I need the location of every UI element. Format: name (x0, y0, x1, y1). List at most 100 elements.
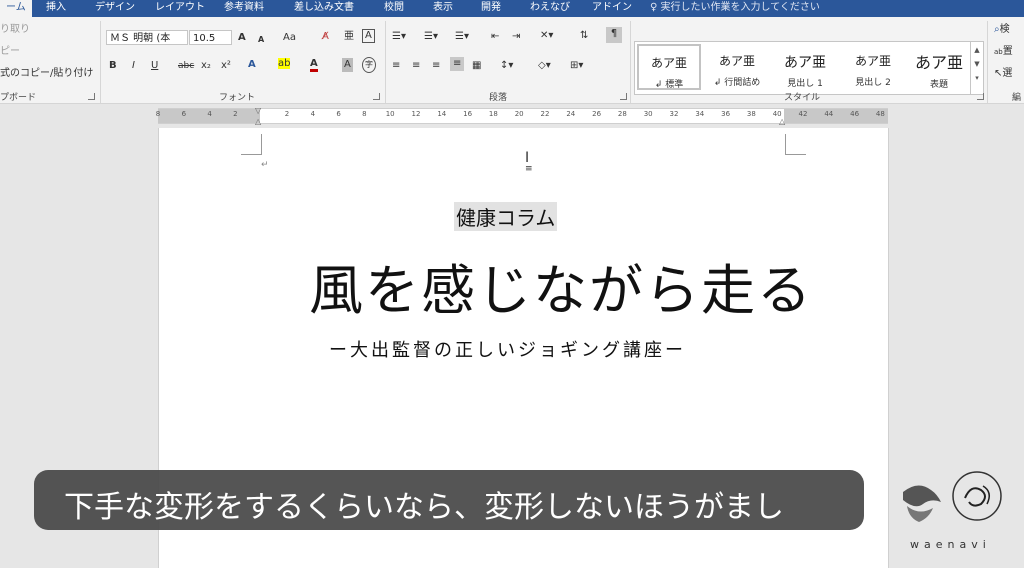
style-normal[interactable]: あア亜 ↲ 標準 (637, 44, 701, 90)
style-no-spacing[interactable]: あア亜 ↲ 行間詰め (705, 44, 769, 90)
asian-layout-icon[interactable]: ✕▾ (540, 29, 553, 43)
font-name-dropdown[interactable]: ＭＳ 明朝 (本 (106, 30, 188, 45)
borders-icon[interactable]: ⊞▾ (570, 59, 583, 73)
ruler-number: 6 (181, 110, 187, 118)
enclose-char-icon[interactable]: 字 (362, 57, 376, 73)
shrink-font-button[interactable]: A (258, 33, 264, 47)
increase-indent-icon[interactable]: ⇥ (512, 30, 520, 44)
clipboard-launcher-icon[interactable] (88, 93, 95, 100)
style-name: 表題 (929, 80, 948, 90)
paragraph-launcher-icon[interactable] (620, 93, 627, 100)
font-group-label: フォント (219, 93, 256, 103)
tab-home[interactable]: ーム (0, 0, 32, 17)
align-left-icon[interactable]: ≡ (392, 59, 400, 73)
superscript-button[interactable]: x² (221, 59, 231, 73)
doc-subtitle: ー大出監督の正しいジョギング講座ー (329, 340, 686, 361)
align-right-icon[interactable]: ≡ (432, 59, 440, 73)
gallery-scroll[interactable]: ▲ ▼ ▾ (970, 42, 983, 94)
ruler-number: 32 (669, 110, 679, 118)
ruler-number: 36 (721, 110, 731, 118)
phonetic-guide-icon[interactable]: 亜 (344, 30, 354, 44)
hanging-indent-marker-icon[interactable]: △ (255, 117, 261, 126)
distributed-icon[interactable]: ▦ (472, 59, 481, 73)
font-size-dropdown[interactable]: 10.5 (189, 30, 232, 45)
style-name: 見出し 2 (855, 78, 891, 88)
bold-button[interactable]: B (109, 59, 117, 73)
shading-icon[interactable]: ◇▾ (538, 59, 551, 73)
grow-font-button[interactable]: A (238, 31, 246, 45)
multilevel-list-icon[interactable]: ☰▾ (455, 30, 469, 44)
subscript-button[interactable]: x₂ (201, 59, 211, 73)
styles-launcher-icon[interactable] (977, 93, 984, 100)
style-heading1[interactable]: あア亜 見出し 1 (773, 44, 837, 90)
caption-text: 下手な変形をするくらいなら、変形しないほうがまし (64, 490, 784, 525)
change-case-button[interactable]: Aa (283, 31, 296, 45)
ruler-number: 24 (566, 110, 576, 118)
italic-button[interactable]: I (132, 59, 135, 73)
ruler-number: 34 (695, 110, 705, 118)
font-launcher-icon[interactable] (373, 93, 380, 100)
cut-button[interactable]: り取り (0, 23, 30, 37)
align-center-icon[interactable]: ≡ (412, 59, 420, 73)
sort-icon[interactable]: ⇅ (580, 29, 588, 43)
crop-mark-left (241, 134, 262, 155)
copy-button[interactable]: ピー (0, 45, 20, 59)
replace-button[interactable]: ab置 (994, 45, 1013, 59)
styles-group-label: スタイル (784, 93, 821, 103)
waenavi-logo (903, 471, 1002, 522)
tab-references[interactable]: 参考資料 (224, 0, 264, 17)
tab-view[interactable]: 表示 (433, 0, 453, 17)
logo-text: waenavi (910, 538, 991, 551)
more-icon[interactable]: ▾ (971, 74, 983, 82)
numbering-icon[interactable]: ☰▾ (424, 30, 438, 44)
char-shading-icon[interactable]: A (342, 58, 353, 72)
chevron-down-icon[interactable]: ▼ (971, 60, 983, 68)
underline-button[interactable]: U (151, 59, 158, 73)
ruler-number: 44 (824, 110, 834, 118)
chevron-up-icon[interactable]: ▲ (971, 46, 983, 54)
char-border-icon[interactable]: A (362, 29, 375, 43)
strikethrough-button[interactable]: abc (178, 59, 194, 73)
tab-layout[interactable]: レイアウト (155, 0, 205, 17)
tab-design[interactable]: デザイン (95, 0, 135, 17)
select-button[interactable]: ↖選 (994, 67, 1012, 81)
line-spacing-icon[interactable]: ↕▾ (500, 59, 513, 73)
ruler-number: 2 (284, 110, 290, 118)
find-button[interactable]: ⌕検 (994, 23, 1010, 37)
tab-review[interactable]: 校閲 (384, 0, 404, 17)
ribbon: り取り ピー 式のコピー/貼り付け プボード ＭＳ 明朝 (本 10.5 A A… (0, 17, 1024, 104)
tab-mailings[interactable]: 差し込み文書 (294, 0, 354, 17)
text-effects-icon[interactable]: A (248, 58, 256, 72)
tab-addins[interactable]: アドイン (592, 0, 632, 17)
tab-developer[interactable]: 開発 (481, 0, 501, 17)
ruler-number: 42 (798, 110, 808, 118)
group-divider (630, 21, 631, 103)
style-sample: あア亜 (718, 54, 755, 68)
group-divider (987, 21, 988, 103)
editing-group-label: 編 (1012, 93, 1022, 103)
style-sample: あア亜 (650, 56, 687, 70)
show-marks-icon[interactable]: ¶ (606, 27, 622, 43)
tab-waenavi[interactable]: わえなび (530, 0, 570, 17)
clipboard-group-label: プボード (0, 93, 37, 103)
replace-label: 置 (1002, 46, 1013, 57)
style-title[interactable]: あア亜 表題 (907, 44, 971, 90)
replace-icon: ab (994, 48, 1003, 56)
horizontal-ruler[interactable]: 8 6 4 2 2 4 6 8 10 12 14 16 18 20 22 24 26 28 30 32 34 36 38 40… (156, 106, 888, 126)
ruler-number: 6 (336, 110, 341, 118)
clear-format-icon[interactable]: A̸ (322, 30, 329, 44)
doc-kicker: 健康コラム (454, 202, 558, 231)
justify-icon[interactable]: ≡ (450, 57, 465, 71)
right-indent-marker-icon[interactable]: △ (779, 117, 785, 126)
decrease-indent-icon[interactable]: ⇤ (491, 30, 499, 44)
ruler-number: 10 (385, 110, 395, 118)
tab-insert[interactable]: 挿入 (46, 0, 66, 17)
first-indent-marker-icon[interactable]: ▽ (255, 106, 261, 115)
highlight-icon[interactable]: ab (278, 58, 291, 69)
tell-me-box[interactable]: ♀ 実行したい作業を入力してください (650, 0, 820, 17)
style-heading2[interactable]: あア亜 見出し 2 (841, 44, 905, 90)
font-color-icon[interactable]: A (310, 58, 318, 72)
ruler-number: 22 (540, 110, 550, 118)
bullets-icon[interactable]: ☰▾ (392, 30, 406, 44)
format-painter-button[interactable]: 式のコピー/貼り付け (0, 67, 93, 81)
